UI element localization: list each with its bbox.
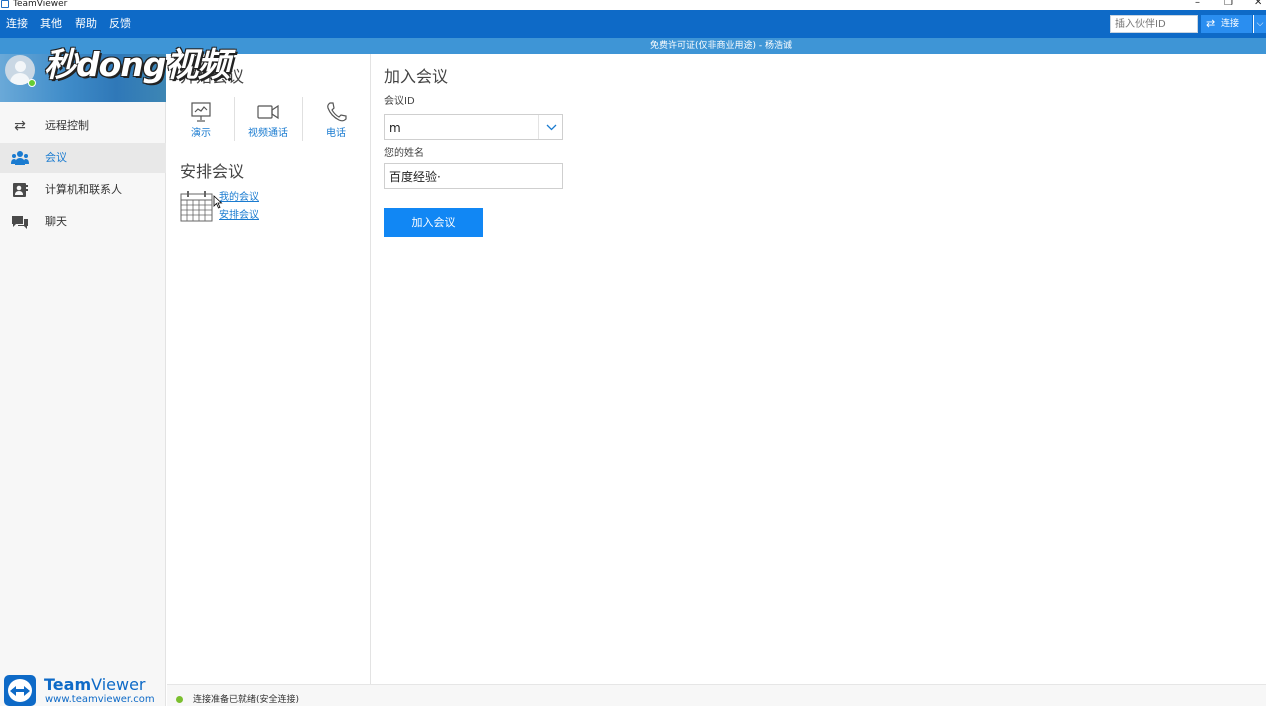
teamviewer-logo-icon: [4, 675, 36, 706]
phone-icon: [306, 101, 366, 123]
meeting-id-label: 会议ID: [384, 96, 415, 107]
phone-button[interactable]: 电话: [306, 101, 366, 141]
connect-button[interactable]: ⇄ 连接: [1201, 15, 1252, 33]
mouse-cursor-icon: [213, 195, 223, 209]
brand-url[interactable]: www.teamviewer.com: [45, 694, 155, 706]
menu-other[interactable]: 其他: [40, 17, 62, 31]
calendar-icon: [180, 190, 213, 222]
your-name-input[interactable]: [384, 163, 563, 189]
arrows-icon: ⇄: [1206, 17, 1216, 30]
menu-bar: 连接 其他 帮助 反馈 ⇄ 连接 ⌵: [0, 10, 1266, 38]
menu-feedback[interactable]: 反馈: [109, 17, 131, 31]
meeting-id-combobox[interactable]: m: [384, 114, 563, 140]
phone-label: 电话: [326, 128, 346, 139]
meeting-actions-panel: [167, 54, 371, 684]
presentation-icon: [171, 101, 231, 123]
schedule-meeting-title: 安排会议: [180, 162, 245, 181]
chevron-down-icon: [546, 124, 557, 131]
brand-name-light: Viewer: [91, 675, 146, 694]
sidebar-item-label: 会议: [45, 151, 67, 164]
meeting-icon: [11, 150, 29, 166]
contacts-icon: [11, 182, 29, 198]
title-bar: TeamViewer – ❐ ✕: [0, 0, 1266, 10]
arrows-icon: ⇄: [14, 118, 26, 134]
sidebar-item-chat[interactable]: 聊天: [0, 207, 166, 237]
sidebar-item-label: 计算机和联系人: [45, 183, 122, 196]
connect-dropdown-button[interactable]: ⌵: [1253, 15, 1266, 33]
divider: [302, 97, 303, 141]
online-status-icon: [28, 79, 36, 87]
video-watermark: 秒dong视频: [44, 45, 230, 84]
presentation-button[interactable]: 演示: [171, 101, 231, 141]
status-text: 连接准备已就绪(安全连接): [193, 695, 300, 705]
menu-connect[interactable]: 连接: [6, 17, 28, 31]
brand-name-bold: Team: [44, 675, 92, 694]
connect-button-label: 连接: [1221, 19, 1240, 29]
join-meeting-title: 加入会议: [384, 67, 449, 86]
sidebar-item-remote-control[interactable]: ⇄ 远程控制: [0, 111, 166, 141]
sidebar: ⇄ 远程控制 会议 计算机和联系人 聊天: [0, 54, 166, 706]
chat-icon: [11, 214, 29, 230]
teamviewer-app-icon: [1, 0, 9, 8]
meeting-id-value: m: [389, 121, 401, 135]
schedule-meeting-link[interactable]: 安排会议: [219, 209, 259, 222]
sidebar-item-label: 聊天: [45, 215, 67, 228]
brand-name: TeamViewer: [44, 676, 146, 694]
minimize-button[interactable]: –: [1195, 0, 1200, 9]
maximize-button[interactable]: ❐: [1224, 0, 1233, 9]
sidebar-item-meeting[interactable]: 会议: [0, 143, 166, 173]
status-bar: 连接准备已就绪(安全连接): [167, 684, 1266, 706]
my-meetings-link[interactable]: 我的会议: [219, 191, 259, 204]
video-call-label: 视频通话: [248, 128, 288, 139]
video-camera-icon: [238, 101, 298, 123]
chevron-down-icon: ⌵: [1256, 19, 1264, 29]
meeting-id-dropdown-button[interactable]: [538, 115, 563, 139]
menu-help[interactable]: 帮助: [75, 17, 97, 31]
presentation-label: 演示: [191, 128, 211, 139]
sidebar-item-computers-contacts[interactable]: 计算机和联系人: [0, 175, 166, 205]
join-meeting-button[interactable]: 加入会议: [384, 208, 483, 237]
close-button[interactable]: ✕: [1254, 0, 1262, 9]
your-name-label: 您的姓名: [384, 148, 424, 159]
video-call-button[interactable]: 视频通话: [238, 101, 298, 141]
sidebar-item-label: 远程控制: [45, 119, 89, 132]
window-title: TeamViewer: [13, 0, 68, 9]
status-indicator-icon: [176, 696, 183, 703]
partner-id-input[interactable]: [1110, 15, 1198, 33]
divider: [234, 97, 235, 141]
